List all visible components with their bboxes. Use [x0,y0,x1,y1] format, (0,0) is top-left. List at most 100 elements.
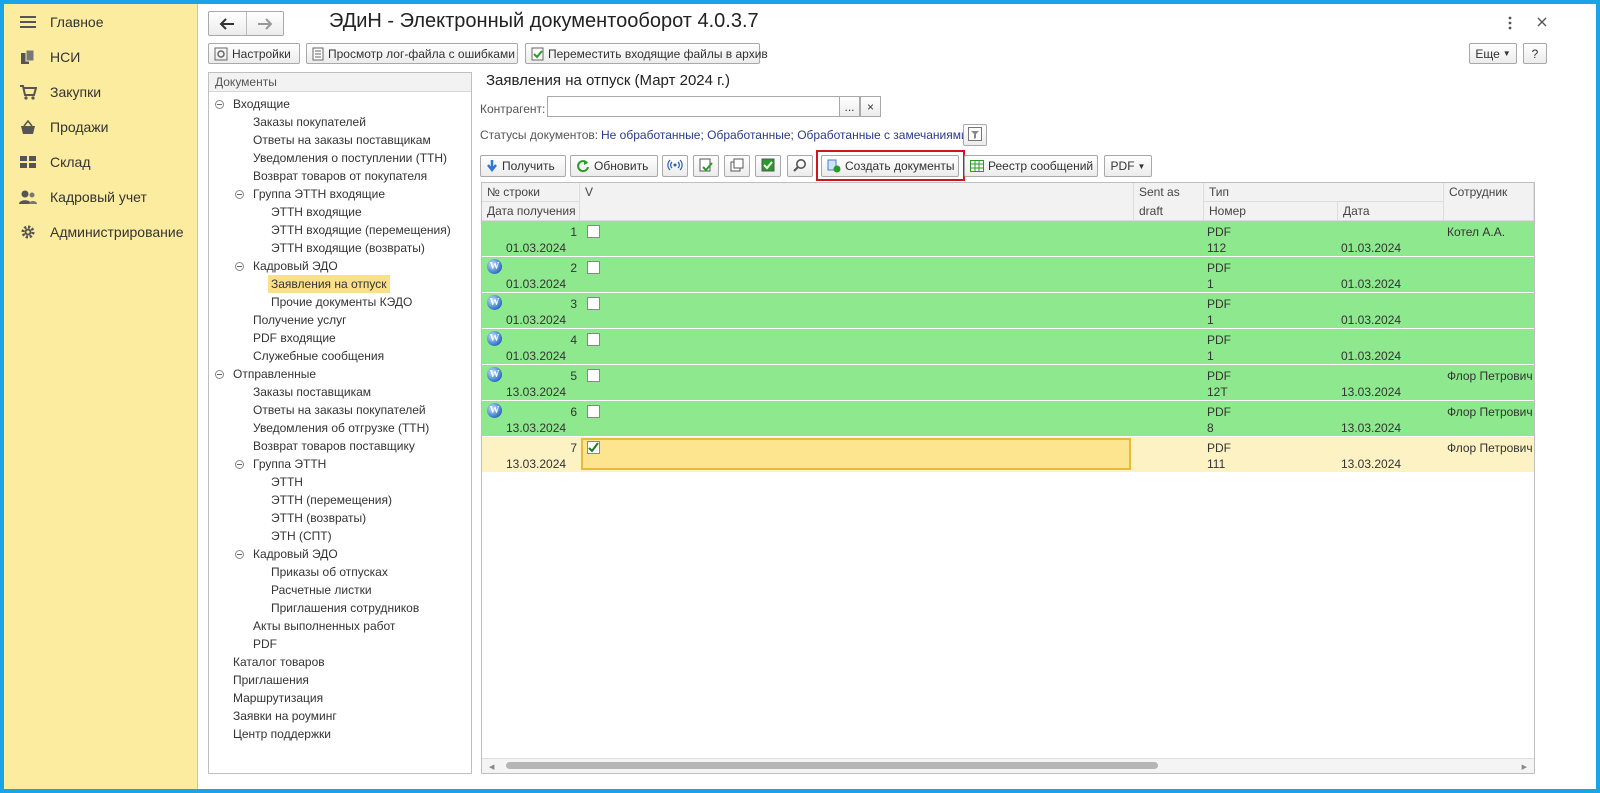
tree-node[interactable]: PDF входящие [253,329,336,347]
collapse-toggle-icon[interactable] [235,550,244,559]
tree-node[interactable]: Получение услуг [253,311,347,329]
row-checkbox[interactable] [587,333,600,346]
collapse-toggle-icon[interactable] [215,100,224,109]
tree-node[interactable]: ЭТН (СПТ) [271,527,332,545]
registry-button[interactable]: Реестр сообщений [964,155,1098,177]
more-vert-icon[interactable] [1508,16,1512,33]
counterparty-input[interactable] [547,96,840,117]
col-header-date[interactable]: Дата [1338,202,1444,221]
tree-node[interactable]: Заказы поставщикам [253,383,371,401]
tree-node[interactable]: ЭТТН (перемещения) [271,491,392,509]
col-header-type[interactable]: Тип [1204,183,1444,202]
col-header-sent-draft[interactable]: Sent as draft [1134,183,1204,221]
forward-icon[interactable] [247,12,284,35]
table-row[interactable]: W 4 01.03.2024 PDF 1 01.03.2024 [482,329,1534,365]
tree-node[interactable]: Ответы на заказы поставщикам [253,131,431,149]
table-row[interactable]: W 3 01.03.2024 PDF 1 01.03.2024 [482,293,1534,329]
row-checkbox[interactable] [587,297,600,310]
tree-node[interactable]: ЭТТН входящие (возвраты) [271,239,425,257]
tree-node[interactable]: Отправленные [233,365,316,383]
scrollbar-thumb[interactable] [506,762,1158,769]
sidebar-item-purchases[interactable]: Закупки [4,76,197,108]
help-button[interactable]: ? [1523,43,1547,64]
tree-node[interactable]: Акты выполненных работ [253,617,395,635]
collapse-toggle-icon[interactable] [235,460,244,469]
back-icon[interactable] [209,12,247,35]
row-checkbox[interactable] [587,225,600,238]
row-checkbox[interactable] [587,369,600,382]
view-log-button[interactable]: Просмотр лог-файла с ошибками [306,43,518,64]
collapse-toggle-icon[interactable] [215,370,224,379]
sidebar-item-warehouse[interactable]: Склад [4,146,197,178]
tree-node[interactable]: Возврат товаров от покупателя [253,167,427,185]
tree-node-selected[interactable]: Заявления на отпуск [268,275,390,293]
tree-node[interactable]: Приглашения [233,671,309,689]
table-row[interactable]: W 5 13.03.2024 PDF 12Т 13.03.2024 Флор Петрови… [482,365,1534,401]
tree-node[interactable]: Уведомления об отгрузке (ТТН) [253,419,429,437]
col-header-employee[interactable]: Сотрудник [1444,183,1534,221]
settings-button[interactable]: Настройки [208,43,300,64]
tree-node[interactable]: Ответы на заказы покупателей [253,401,426,419]
tree-node[interactable]: Кадровый ЭДО [253,257,338,275]
table-row[interactable]: 1 01.03.2024 PDF 112 01.03.2024 Котел А.А. [482,221,1534,257]
document-edit-button[interactable] [693,155,719,177]
tree-node[interactable]: ЭТТН [271,473,303,491]
sidebar-item-sales[interactable]: Продажи [4,111,197,143]
row-checkbox[interactable] [587,441,600,454]
table-row[interactable]: W 6 13.03.2024 PDF 8 13.03.2024 Флор Петрович [482,401,1534,437]
tree-node[interactable]: Центр поддержки [233,725,331,743]
tree-node[interactable]: ЭТТН (возвраты) [271,509,366,527]
row-checkbox[interactable] [587,261,600,274]
tree-node[interactable]: ЭТТН входящие [271,203,362,221]
statuses-value[interactable]: Не обработанные; Обработанные; Обработан… [601,128,971,142]
tree-node[interactable]: PDF [253,635,277,653]
counterparty-clear-button[interactable]: × [860,96,881,117]
tree-node[interactable]: Группа ЭТТН [253,455,326,473]
tree-node[interactable]: Заказы покупателей [253,113,366,131]
refresh-button[interactable]: Обновить [570,155,658,177]
col-header-v[interactable]: V [580,183,1134,221]
signal-button[interactable] [662,155,688,177]
collapse-toggle-icon[interactable] [235,262,244,271]
tree-node[interactable]: Приказы об отпусках [271,563,388,581]
tree-node[interactable]: Прочие документы КЭДО [271,293,412,311]
approve-button[interactable] [755,155,781,177]
horizontal-scrollbar[interactable]: ◀ ▶ [482,758,1534,773]
pdf-button[interactable]: PDF ▼ [1104,155,1152,177]
search-button[interactable] [787,155,813,177]
row-checkbox[interactable] [587,405,600,418]
sidebar-item-admin[interactable]: Администрирование [4,216,197,248]
selected-cell[interactable] [581,438,1131,470]
sidebar-item-main[interactable]: Главное [4,6,197,38]
receive-button[interactable]: Получить [480,155,566,177]
tree-node[interactable]: Кадровый ЭДО [253,545,338,563]
table-row[interactable]: 7 13.03.2024 PDF 111 13.03.2024 Флор Петрович [482,437,1534,473]
col-header-received[interactable]: Дата получения [482,202,580,221]
tree-node[interactable]: Приглашения сотрудников [271,599,419,617]
tree-node[interactable]: Расчетные листки [271,581,372,599]
copy-button[interactable] [724,155,750,177]
tree-node[interactable]: Входящие [233,95,290,113]
sidebar-item-hr[interactable]: Кадровый учет [4,181,197,213]
filter-button[interactable] [963,124,987,146]
tree-node[interactable]: Группа ЭТТН входящие [253,185,385,203]
close-icon[interactable] [1537,16,1547,30]
tree-node[interactable]: Маршрутизация [233,689,323,707]
counterparty-select-button[interactable]: ... [839,96,860,117]
tree-node[interactable]: Заявки на роуминг [233,707,337,725]
collapse-toggle-icon[interactable] [235,190,244,199]
move-archive-button[interactable]: Переместить входящие файлы в архив [525,43,768,64]
col-header-number[interactable]: Номер [1204,202,1338,221]
more-button[interactable]: Еще ▼ [1469,43,1517,64]
col-header-row-no[interactable]: № строки [482,183,580,202]
tree-node[interactable]: ЭТТН входящие (перемещения) [271,221,451,239]
table-row[interactable]: W 2 01.03.2024 PDF 1 01.03.2024 [482,257,1534,293]
create-documents-button[interactable]: Создать документы [821,155,959,177]
scroll-left-icon[interactable]: ◀ [489,763,494,771]
tree-node[interactable]: Каталог товаров [233,653,325,671]
scroll-right-icon[interactable]: ▶ [1522,763,1527,771]
tree-node[interactable]: Служебные сообщения [253,347,384,365]
tree-node[interactable]: Уведомления о поступлении (ТТН) [253,149,447,167]
sidebar-item-nsi[interactable]: НСИ [4,41,197,73]
tree-node[interactable]: Возврат товаров поставщику [253,437,415,455]
